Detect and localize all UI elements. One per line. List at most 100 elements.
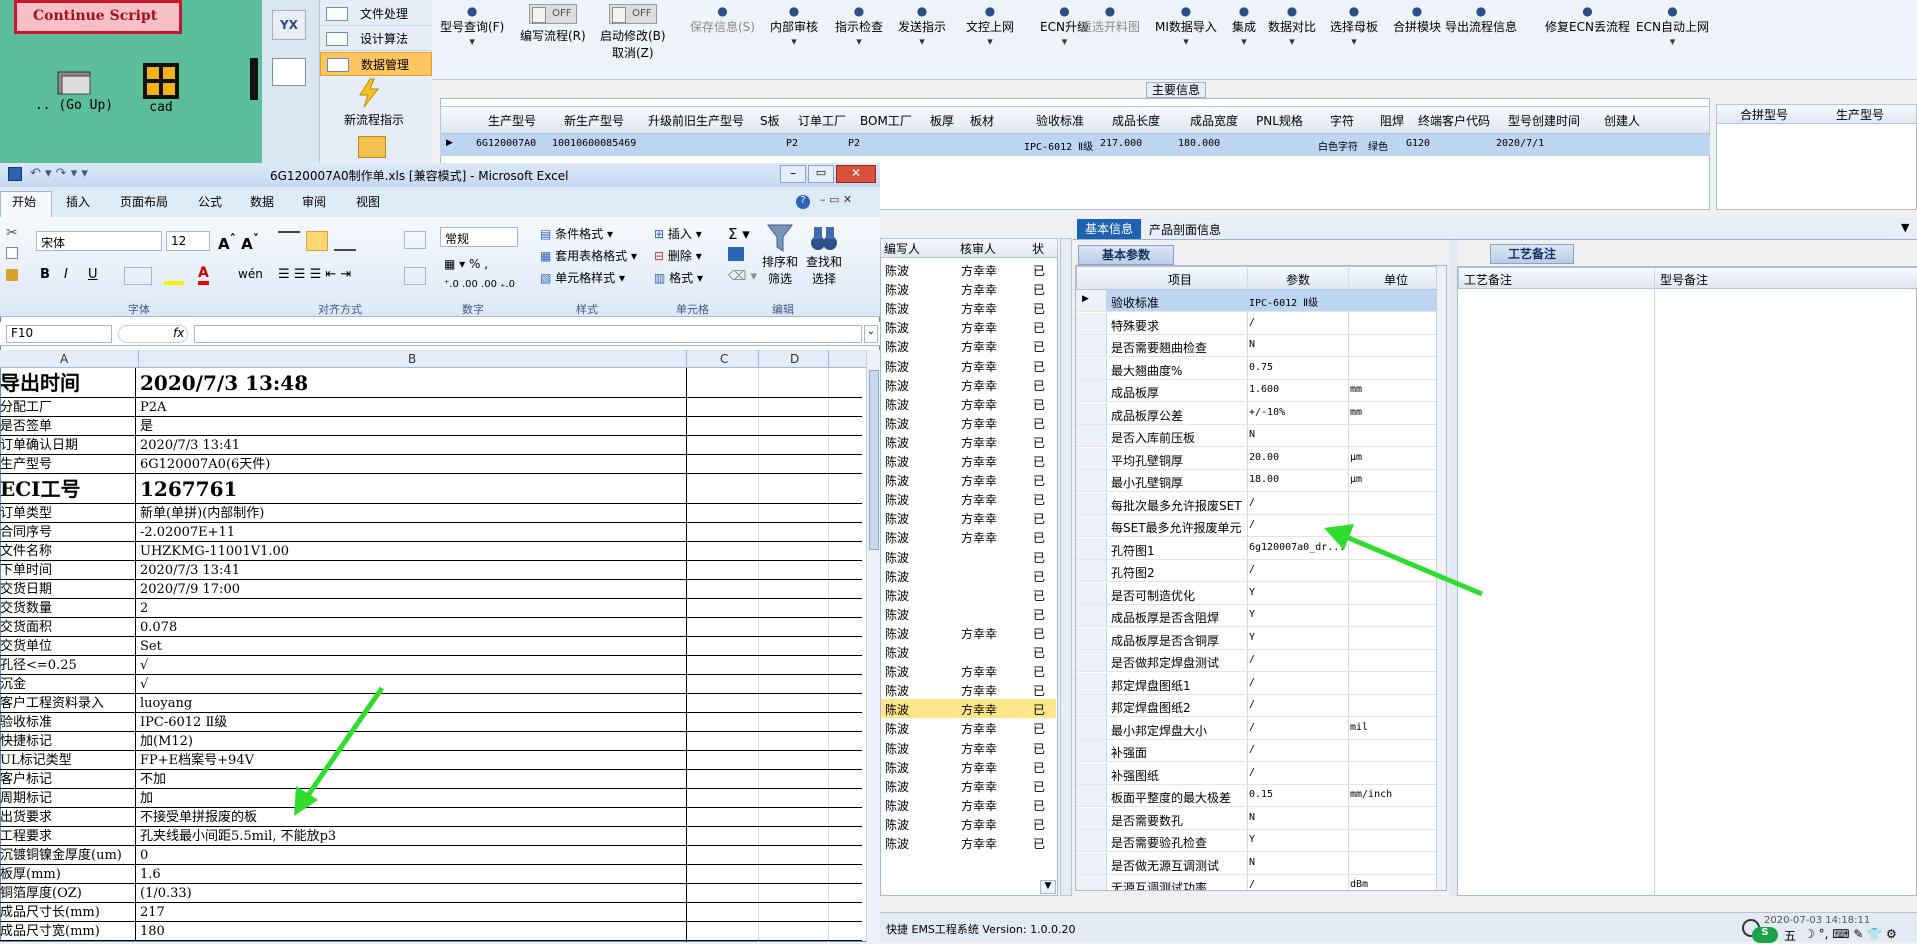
tab-basic-info[interactable]: 基本信息 [1077,219,1141,239]
new-flow-button[interactable]: 新流程指示 [344,111,404,128]
cell-a[interactable]: 验收标准 [0,713,136,731]
fill-button[interactable] [728,247,744,261]
param-row[interactable]: 每批次最多允许报废SET / [1076,492,1446,515]
nav-file-processing[interactable]: 文件处理 [320,2,432,26]
formula-input[interactable] [194,325,862,343]
param-row[interactable]: 补强图纸 / [1076,762,1446,785]
sheet-row[interactable]: 文件名称 UHZKMG-11001V1.00 [0,542,862,561]
cell-a[interactable]: 快捷标记 [0,732,136,750]
insert-cells-button[interactable]: ⊞ 插入 ▾ [654,225,702,242]
param-row[interactable]: 成品板厚 1.600 mm [1076,380,1446,402]
minimize-button[interactable]: – [780,165,806,183]
param-row[interactable]: 是否需要翘曲检查 N [1076,335,1446,357]
sheet-row[interactable]: 是否签单是 [0,417,862,436]
flow-list-row[interactable]: 陈波 方幸幸 已 [881,279,1056,298]
main-col-header[interactable]: 成品宽度 [1190,112,1238,129]
cell-b[interactable]: 1267761 [140,474,237,504]
cell-b[interactable]: 不加 [140,770,166,789]
fx-button[interactable]: fx [118,325,188,343]
cell-a[interactable]: 订单确认日期 [0,436,136,454]
cell-a[interactable]: 合同序号 [0,523,136,541]
align-top-buttons[interactable] [278,231,382,251]
sheet-row[interactable]: 沉镀铜镍金厚度(um) 0 [0,846,862,865]
save-icon[interactable] [8,167,22,181]
param-row[interactable]: 邦定焊盘图纸2 / [1076,695,1446,717]
param-row[interactable]: 邦定焊盘图纸1 / [1076,672,1446,695]
tab-page-layout[interactable]: 页面布局 [120,193,168,210]
panel-dropdown-icon[interactable]: ▼ [1901,221,1909,234]
param-row[interactable]: ▶ 验收标准 IPC-6012 Ⅱ级 [1076,290,1446,312]
ribbon-button-11[interactable]: ● 集成 ▾ [1232,4,1256,48]
tab-insert[interactable]: 插入 [66,193,90,210]
cut-icon[interactable]: ✂ [6,225,18,241]
tab-data[interactable]: 数据 [250,193,274,210]
param-value[interactable]: 0.15 [1249,789,1273,800]
toggle-switch[interactable]: OFF [528,4,577,24]
nav-design-algorithm[interactable]: 设计算法 [320,27,432,51]
param-row[interactable]: 成品板厚公差 +/-10% mm [1076,402,1446,425]
main-col-header[interactable]: 板材 [970,112,994,129]
flow-list-row[interactable]: 陈波 已 [881,547,1056,566]
find-select-button[interactable]: 查找和 选择 [802,223,846,297]
sheet-row[interactable]: 客户标记 不加 [0,770,862,789]
bold-button[interactable]: B [40,267,50,282]
ribbon-window-controls[interactable]: – ▭ ✕ [820,193,852,206]
sheet-row[interactable]: 交货日期 2020/7/9 17:00 [0,580,862,599]
col-unit-header[interactable]: 单位 [1384,271,1408,288]
sheet-row[interactable]: 工程要求 孔夹线最小间距5.5mil, 不能放p3 [0,827,862,846]
cell-a[interactable]: 沉镀铜镍金厚度(um) [0,846,136,864]
param-row[interactable]: 最小邦定焊盘大小 / mil [1076,717,1446,740]
ribbon-button-17[interactable]: ● ECN自动上网 ▾ [1636,4,1709,48]
flow-list-row[interactable]: 陈波 方幸幸 已 [881,394,1056,413]
cell-a[interactable]: UL标记类型 [0,751,136,769]
cell-style-button[interactable]: ▧ 单元格样式 ▾ [540,269,625,286]
cell-b[interactable]: 是 [140,417,153,436]
param-value[interactable]: Y [1249,587,1255,598]
param-row[interactable]: 板面平整度的最大极差 0.15 mm/inch [1076,785,1446,807]
font-size-select[interactable]: 12 [166,231,210,251]
flow-list-row[interactable]: 陈波 方幸幸 已 [881,451,1056,470]
ribbon-button-0[interactable]: ● 型号查询(F) ▾ [440,4,504,48]
cell-b[interactable]: √ [140,656,148,675]
param-row[interactable]: 成品板厚是否含铜厚 Y [1076,627,1446,650]
cell-a[interactable]: ECI工号 [0,474,136,503]
help-icon[interactable]: ? [796,195,810,209]
param-row[interactable]: 是否做邦定焊盘测试 / [1076,650,1446,672]
ribbon-button-7[interactable]: ● 文控上网 ▾ [966,4,1014,48]
col-item-header[interactable]: 项目 [1168,271,1192,288]
maximize-button[interactable]: ▭ [808,165,834,183]
cell-a[interactable]: 交货单位 [0,637,136,655]
param-value[interactable]: / [1249,744,1255,755]
main-col-header[interactable]: 型号创建时间 [1508,112,1580,129]
splitter[interactable] [1449,240,1457,896]
sheet-row[interactable]: 铜箔厚度(OZ) (1/0.33) [0,884,862,903]
sheet-row[interactable]: 客户工程资料录入 luoyang [0,694,862,713]
tab-craft-notes[interactable]: 工艺备注 [1490,244,1574,264]
sheet-row[interactable]: 导出时间 2020/7/3 13:48 [0,368,862,398]
ime-logo-icon[interactable]: S [1752,927,1778,943]
cell-b[interactable]: -2.02007E+11 [140,523,235,542]
param-row[interactable]: 是否入库前压板 N [1076,425,1446,447]
italic-button[interactable]: I [64,267,68,282]
main-col-header[interactable]: 成品长度 [1112,112,1160,129]
cell-a[interactable]: 订单类型 [0,504,136,522]
param-value[interactable]: Y [1249,834,1255,845]
sheet-row[interactable]: UL标记类型 FP+E档案号+94V [0,751,862,770]
flow-list-row[interactable]: 陈波 已 [881,566,1056,585]
toggle-switch[interactable]: OFF [608,4,657,24]
cell-a[interactable]: 客户标记 [0,770,136,788]
param-value[interactable]: / [1249,564,1255,575]
tab-basic-params[interactable]: 基本参数 [1078,245,1174,265]
param-value[interactable]: N [1249,857,1255,868]
param-value[interactable]: N [1249,429,1255,440]
cell-a[interactable]: 铜箔厚度(OZ) [0,884,136,902]
flow-list-row[interactable]: 陈波 方幸幸 已 [881,432,1056,451]
cell-a[interactable]: 工程要求 [0,827,136,845]
param-value[interactable]: 6g120007a0_dr... [1249,542,1345,553]
splitter[interactable] [1060,238,1072,896]
param-row[interactable]: 最小孔壁铜厚 18.00 μm [1076,470,1446,492]
cell-a[interactable]: 成品尺寸长(mm) [0,903,136,921]
param-value[interactable]: 0.75 [1249,362,1273,373]
cell-b[interactable]: 180 [140,922,165,941]
main-col-header[interactable]: 验收标准 [1036,112,1084,129]
